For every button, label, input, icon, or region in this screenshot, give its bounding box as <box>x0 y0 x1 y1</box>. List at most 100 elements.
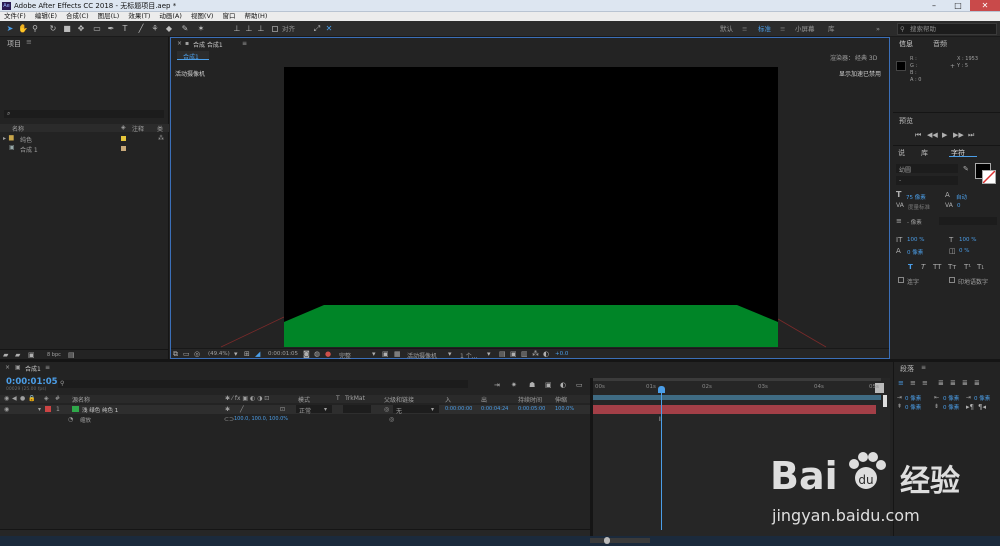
timeline-scroll-icon[interactable] <box>883 395 887 407</box>
vr-icon[interactable]: ◎ <box>194 350 200 358</box>
pickwhip-icon[interactable]: ◎ <box>384 406 389 413</box>
close-icon[interactable]: ✕ <box>970 0 1000 11</box>
view-axis-icon[interactable]: ⊥ <box>256 23 266 34</box>
panel-menu-icon[interactable]: ≡ <box>921 364 926 371</box>
search-help-input[interactable]: ⚲ 搜索帮助 <box>897 23 997 35</box>
workspace-standard[interactable]: 标准 <box>758 24 771 34</box>
column-type[interactable]: 类 <box>157 124 163 133</box>
interpret-footage-icon[interactable]: ▰ <box>3 351 8 359</box>
graph-editor-icon[interactable]: ▭ <box>576 381 583 389</box>
align-right-icon[interactable]: ≡ <box>922 379 928 387</box>
previous-frame-icon[interactable]: ◀◀ <box>927 131 938 139</box>
type-tool-icon[interactable]: T <box>120 23 130 34</box>
column-duration[interactable]: 持续时间 <box>518 395 542 404</box>
font-size-value[interactable]: 75 像素 <box>906 193 926 201</box>
workspace-small-screen[interactable]: 小屏幕 <box>795 24 815 34</box>
leading-value[interactable]: 自动 <box>956 193 967 201</box>
menu-effect[interactable]: 效果(T) <box>128 12 150 21</box>
clone-stamp-tool-icon[interactable]: ⚘ <box>150 23 160 34</box>
tab-library[interactable]: 库 <box>921 148 928 158</box>
work-area-range[interactable] <box>593 395 881 400</box>
space-after-value[interactable]: 0 像素 <box>943 403 959 411</box>
delete-icon[interactable]: ▤ <box>68 351 75 359</box>
selection-tool-icon[interactable]: ➤ <box>5 23 15 34</box>
all-caps-button[interactable]: TT <box>933 263 941 271</box>
layer-stretch[interactable]: 100.0% <box>555 406 574 412</box>
shy-switch-icon[interactable]: ✱ <box>225 406 230 413</box>
stroke-color-swatch[interactable] <box>982 170 996 184</box>
zoom-slider[interactable] <box>590 538 650 543</box>
puppet-pin-tool-icon[interactable]: ✶ <box>196 23 206 34</box>
small-caps-button[interactable]: Tт <box>948 263 956 271</box>
menu-layer[interactable]: 图层(L) <box>98 12 120 21</box>
zoom-tool-icon[interactable]: ⚲ <box>30 23 40 34</box>
frame-blending-icon[interactable]: ▣ <box>545 381 552 389</box>
column-comment[interactable]: 注释 <box>132 124 144 133</box>
maximize-icon[interactable]: □ <box>946 0 970 11</box>
align-center-icon[interactable]: ≡ <box>910 379 916 387</box>
play-icon[interactable]: ▶ <box>942 131 947 139</box>
lock-icon[interactable]: ▪ <box>185 40 189 47</box>
layer-duration-bar[interactable] <box>593 405 876 414</box>
column-mode[interactable]: 模式 <box>298 395 310 404</box>
ligature-checkbox[interactable] <box>898 277 904 283</box>
timeline-search-input[interactable]: ⚲ <box>58 380 468 388</box>
menu-file[interactable]: 文件(F) <box>4 12 26 21</box>
menu-edit[interactable]: 编辑(E) <box>35 12 57 21</box>
rotate-tool-icon[interactable]: ↻ <box>48 23 58 34</box>
renderer-value[interactable]: 经典 3D <box>855 53 877 62</box>
space-before-value[interactable]: 0 像素 <box>905 403 921 411</box>
expand-arrow-icon[interactable]: ▸ <box>3 135 6 142</box>
property-row[interactable]: ◔ 缩放 ⊂⊃ 100.0, 100.0, 100.0% ◎ <box>0 415 590 424</box>
property-value[interactable]: 100.0, 100.0, 100.0% <box>234 416 288 422</box>
green-solid-layer[interactable] <box>284 305 778 347</box>
world-axis-icon[interactable]: ⊥ <box>244 23 254 34</box>
grid-icon[interactable]: ⊞ <box>244 350 250 358</box>
minimize-icon[interactable]: – <box>922 0 946 11</box>
bpc-label[interactable]: 8 bpc <box>47 352 61 358</box>
column-name[interactable]: 名称 <box>12 124 24 133</box>
workspace-library[interactable]: 库 <box>828 24 835 34</box>
quality-switch-icon[interactable]: ╱ <box>240 406 244 413</box>
composition-canvas[interactable] <box>171 67 889 348</box>
parent-select[interactable]: 无 ▾ <box>393 405 439 415</box>
roto-brush-tool-icon[interactable]: ✎ <box>180 23 190 34</box>
baseline-shift-value[interactable]: 0 像素 <box>907 248 923 256</box>
dropdown-arrow-icon[interactable]: ▾ <box>372 350 376 358</box>
menu-help[interactable]: 帮助(H) <box>244 12 267 21</box>
fast-previews-icon[interactable]: ▣ <box>510 350 517 358</box>
close-panel-icon[interactable]: × <box>5 364 10 371</box>
playhead-handle[interactable] <box>658 386 665 393</box>
snap-icon[interactable]: ⤢ <box>312 23 322 34</box>
stopwatch-icon[interactable]: ◔ <box>68 416 73 423</box>
faux-italic-button[interactable]: T <box>921 263 925 271</box>
transparency-grid-icon[interactable]: ▦ <box>394 350 401 358</box>
viewer-timecode[interactable]: 0:00:01:05 <box>268 351 298 357</box>
timeline-tab[interactable]: 合成1 <box>25 364 41 373</box>
subscript-button[interactable]: T₁ <box>977 263 984 271</box>
menu-window[interactable]: 窗口 <box>222 12 235 21</box>
tab-comp1[interactable]: 合成1 <box>177 51 209 61</box>
indent-right-value[interactable]: 0 像素 <box>943 394 959 402</box>
indent-left-value[interactable]: 0 像素 <box>905 394 921 402</box>
workspace-more-icon[interactable]: » <box>876 24 880 34</box>
project-item-folder[interactable]: ▸ ▆ 纯色 ⁂ <box>0 134 169 144</box>
menu-composition[interactable]: 合成(C) <box>66 12 89 21</box>
close-panel-icon[interactable]: × <box>177 40 182 47</box>
show-snapshot-icon[interactable]: ◍ <box>314 350 320 358</box>
hindi-digits-checkbox[interactable] <box>949 277 955 283</box>
shy-layers-icon[interactable]: ☗ <box>529 381 535 389</box>
rtl-direction-icon[interactable]: ¶◂ <box>978 403 986 411</box>
motion-blur-icon[interactable]: ◐ <box>560 381 566 389</box>
column-stretch[interactable]: 伸缩 <box>555 395 567 404</box>
snap-options-icon[interactable]: ✕ <box>324 23 334 34</box>
exposure-value[interactable]: +0.0 <box>555 351 568 357</box>
column-out[interactable]: 出 <box>481 395 487 404</box>
kerning-value[interactable]: 度量标准 <box>908 203 930 211</box>
justify-all-icon[interactable]: ≣ <box>974 379 980 387</box>
label-color-swatch[interactable] <box>121 136 126 141</box>
first-frame-icon[interactable]: ⏮ <box>915 131 921 139</box>
region-of-interest-icon[interactable]: ▣ <box>382 350 389 358</box>
new-composition-icon[interactable]: ▣ <box>28 351 35 359</box>
new-folder-icon[interactable]: ▰ <box>15 351 20 359</box>
